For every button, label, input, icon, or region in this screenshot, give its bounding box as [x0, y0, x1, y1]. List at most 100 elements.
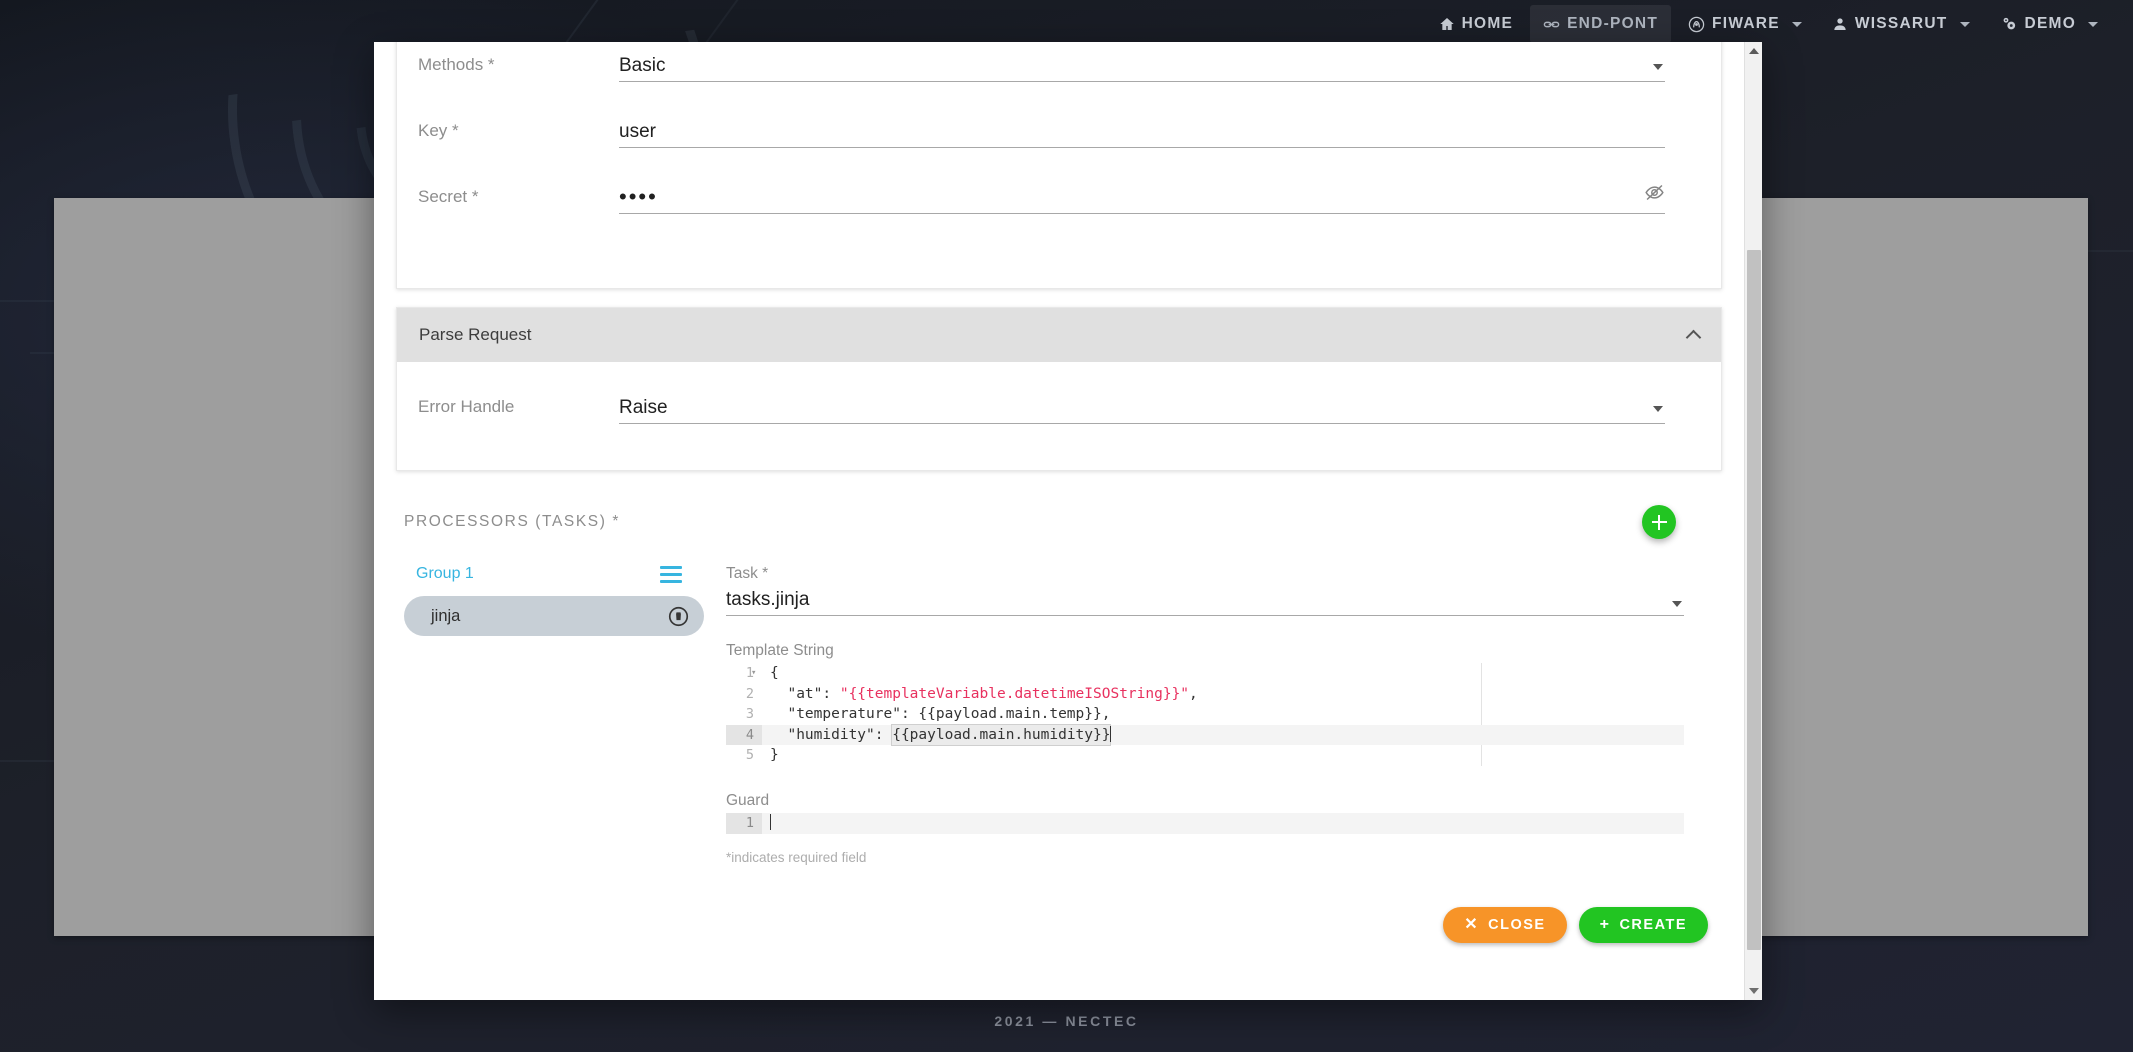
eye-off-icon[interactable] [1644, 182, 1665, 208]
template-string-label: Template String [726, 642, 834, 659]
code-content: "humidity": {{payload.main.humidity}} [762, 723, 1112, 746]
fold-arrow-icon[interactable]: ▾ [751, 663, 756, 684]
create-button-label: CREATE [1619, 916, 1687, 933]
text-caret [770, 814, 771, 830]
task-chip-label: jinja [431, 606, 461, 625]
guard-label: Guard [726, 792, 770, 809]
group-name: Group 1 [416, 565, 474, 582]
modal-scrollbar[interactable] [1744, 42, 1762, 1000]
code-content [762, 813, 771, 834]
code-line: 1 ▾ { [726, 663, 1684, 684]
secret-control: •••• [619, 178, 1693, 214]
code-line: 2 "at": "{{templateVariable.datetimeISOS… [726, 684, 1684, 705]
form-row-error-handle: Error Handle Raise [397, 388, 1721, 424]
secret-label: Secret * [418, 187, 479, 206]
modal-footer-actions: ✕ CLOSE + CREATE [374, 865, 1744, 969]
create-button[interactable]: + CREATE [1578, 906, 1708, 943]
parse-request-header[interactable]: Parse Request [397, 308, 1721, 362]
processors-content: Group 1 jinja Task * tasks.jinja Templat… [404, 565, 1716, 865]
line-number: 5 [745, 747, 754, 763]
code-line-active: 4 "humidity": {{payload.main.humidity}} [726, 723, 1684, 746]
chevron-down-icon [1672, 601, 1682, 607]
required-field-note: *indicates required field [726, 849, 867, 865]
authentication-card: Methods * Basic Key * user Secret * •••• [396, 42, 1722, 289]
error-handle-label: Error Handle [418, 397, 515, 416]
task-value: tasks.jinja [726, 589, 810, 610]
secret-input[interactable]: •••• [619, 178, 1665, 214]
group-list-column: Group 1 jinja [404, 565, 704, 865]
code-segment-selected: {{payload.main.humidity}} [891, 723, 1112, 746]
code-line: 5 } [726, 745, 1684, 766]
processors-section-title: PROCESSORS (TASKS) * [404, 513, 621, 530]
task-list-item-jinja[interactable]: jinja [404, 596, 704, 636]
nav-item-label: WISSARUT [1854, 15, 1948, 32]
nav-item-label: END-PONT [1567, 15, 1659, 32]
code-content: { [770, 665, 779, 681]
nav-item-demo[interactable]: DEMO [1987, 5, 2112, 43]
code-line-active: 1 [726, 813, 1684, 834]
close-icon: ✕ [1464, 915, 1480, 933]
methods-control: Basic [619, 46, 1693, 82]
link-icon [1543, 16, 1560, 33]
nav-item-home[interactable]: HOME [1426, 5, 1527, 43]
code-line: 3 "temperature": {{payload.main.temp}}, [726, 704, 1684, 725]
template-string-editor[interactable]: 1 ▾ { 2 "at": "{{templateVariable.dateti… [726, 663, 1684, 766]
code-segment: "at": [770, 685, 840, 702]
scrollbar-down-arrow-icon[interactable] [1745, 982, 1762, 1000]
key-label: Key * [418, 121, 459, 140]
hamburger-icon[interactable] [660, 565, 682, 583]
processors-section: PROCESSORS (TASKS) * Group 1 jinja Task … [374, 471, 1744, 865]
form-row-methods: Methods * Basic [397, 46, 1721, 82]
line-number: 3 [745, 706, 754, 722]
nav-item-label: HOME [1461, 15, 1514, 32]
form-row-secret: Secret * •••• [397, 178, 1721, 214]
chevron-down-icon [1653, 406, 1663, 412]
add-processor-button[interactable] [1642, 505, 1676, 539]
nav-item-end-pont[interactable]: END-PONT [1530, 5, 1672, 43]
chevron-down-icon [2088, 21, 2098, 27]
code-segment: , [1189, 685, 1198, 702]
form-row-key: Key * user [397, 112, 1721, 148]
modal-body: Methods * Basic Key * user Secret * ••••… [374, 42, 1744, 969]
code-content: "at": "{{templateVariable.datetimeISOStr… [762, 684, 1198, 705]
key-input[interactable]: user [619, 112, 1665, 148]
copyright-text: 2021 — NECTEC [994, 1013, 1139, 1029]
group-header: Group 1 [404, 565, 704, 583]
scrollbar-thumb[interactable] [1747, 250, 1761, 950]
error-handle-select[interactable]: Raise [619, 388, 1665, 424]
chevron-up-icon[interactable] [1685, 329, 1702, 346]
error-handle-value: Raise [619, 397, 668, 418]
line-number: 1 [726, 813, 762, 834]
code-content: "temperature": {{payload.main.temp}}, [770, 706, 1111, 722]
guard-editor[interactable]: 1 [726, 813, 1684, 834]
line-number: 4 [726, 724, 762, 745]
trash-icon[interactable] [668, 606, 689, 627]
chevron-down-icon [1959, 21, 1970, 27]
parse-request-card: Parse Request Error Handle Raise [396, 307, 1722, 471]
task-select[interactable]: tasks.jinja [726, 586, 1684, 616]
secret-value: •••• [619, 184, 658, 209]
endpoint-form-modal: Methods * Basic Key * user Secret * ••••… [374, 42, 1762, 1000]
nav-item-label: DEMO [2024, 15, 2076, 32]
settings-gears-icon [2000, 15, 2018, 33]
chevron-down-icon [1791, 21, 1802, 27]
close-button[interactable]: ✕ CLOSE [1443, 906, 1567, 943]
close-button-label: CLOSE [1488, 916, 1546, 933]
fiware-icon [1688, 16, 1705, 33]
methods-value: Basic [619, 55, 666, 76]
home-icon [1439, 16, 1455, 32]
task-detail-column: Task * tasks.jinja Template String 1 ▾ {… [704, 565, 1716, 865]
plus-icon: + [1599, 915, 1611, 933]
modal-scroll-viewport: Methods * Basic Key * user Secret * ••••… [374, 42, 1744, 1000]
line-number: 2 [745, 685, 754, 702]
task-field-group: Task * tasks.jinja [726, 565, 1684, 616]
methods-select[interactable]: Basic [619, 46, 1665, 82]
chevron-down-icon [1653, 64, 1663, 70]
code-segment-string: "{{templateVariable.datetimeISOString}}" [839, 685, 1190, 702]
nav-item-fiware[interactable]: FIWARE [1675, 5, 1815, 43]
template-string-group: Template String 1 ▾ { 2 "at": "{{templat… [726, 642, 1684, 766]
guard-group: Guard 1 [726, 792, 1684, 834]
code-segment: "humidity": [770, 726, 893, 743]
nav-item-wissarut[interactable]: WISSARUT [1819, 5, 1983, 43]
scrollbar-up-arrow-icon[interactable] [1745, 42, 1762, 60]
